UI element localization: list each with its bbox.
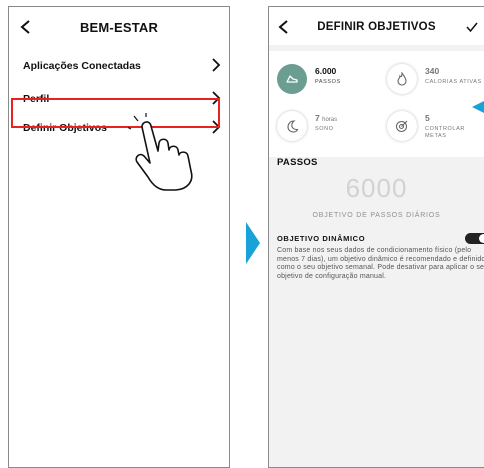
dynamic-goal-description: Com base nos seus dados de condicionamen… (277, 247, 484, 280)
set-goals-screen: DEFINIR OBJETIVOS 6.000 PASSOS 340 CALOR… (268, 6, 484, 468)
checkmark-icon[interactable] (466, 21, 478, 33)
header: DEFINIR OBJETIVOS (269, 7, 484, 45)
shoe-icon (277, 64, 307, 94)
page-title: DEFINIR OBJETIVOS (317, 21, 436, 33)
tile-label: SONO (315, 126, 334, 132)
transition-arrow-icon (246, 222, 260, 264)
step-goal-value[interactable]: 6000 (269, 173, 484, 204)
target-icon (387, 111, 417, 141)
step-goal-label: OBJETIVO DE PASSOS DIÁRIOS (312, 212, 441, 219)
goal-tiles: 6.000 PASSOS 340 CALORIAS ATIVAS 7 horas (269, 51, 484, 157)
tile-value: 6.000 (315, 66, 337, 76)
tile-value: 5 (425, 113, 430, 123)
tile-value-unit: horas (322, 117, 338, 123)
tap-hand-icon (128, 113, 193, 191)
wellness-screen: BEM-ESTAR Aplicações Conectadas Perfil D… (8, 6, 230, 468)
tile-label: CONTROLAR METAS (425, 126, 465, 139)
dynamic-goal-toggle[interactable] (465, 233, 484, 244)
tile-label: PASSOS (315, 79, 341, 85)
flame-icon (387, 64, 417, 94)
pointer-arrow-icon (472, 101, 484, 113)
tile-value: 7 horas (315, 113, 337, 123)
menu-item-label: Aplicações Conectadas (23, 60, 141, 72)
toggle-knob (479, 234, 484, 243)
tile-value-number: 7 (315, 113, 320, 123)
section-title: PASSOS (277, 157, 318, 168)
tile-label: CALORIAS ATIVAS (425, 79, 482, 85)
moon-icon (277, 111, 307, 141)
chevron-right-icon (212, 58, 221, 72)
dynamic-goal-title: OBJETIVO DINÂMICO (277, 234, 366, 243)
header: BEM-ESTAR (9, 7, 229, 45)
menu-item-connected-apps[interactable]: Aplicações Conectadas (9, 51, 229, 79)
page-title: BEM-ESTAR (79, 20, 159, 35)
tile-value: 340 (425, 66, 440, 76)
